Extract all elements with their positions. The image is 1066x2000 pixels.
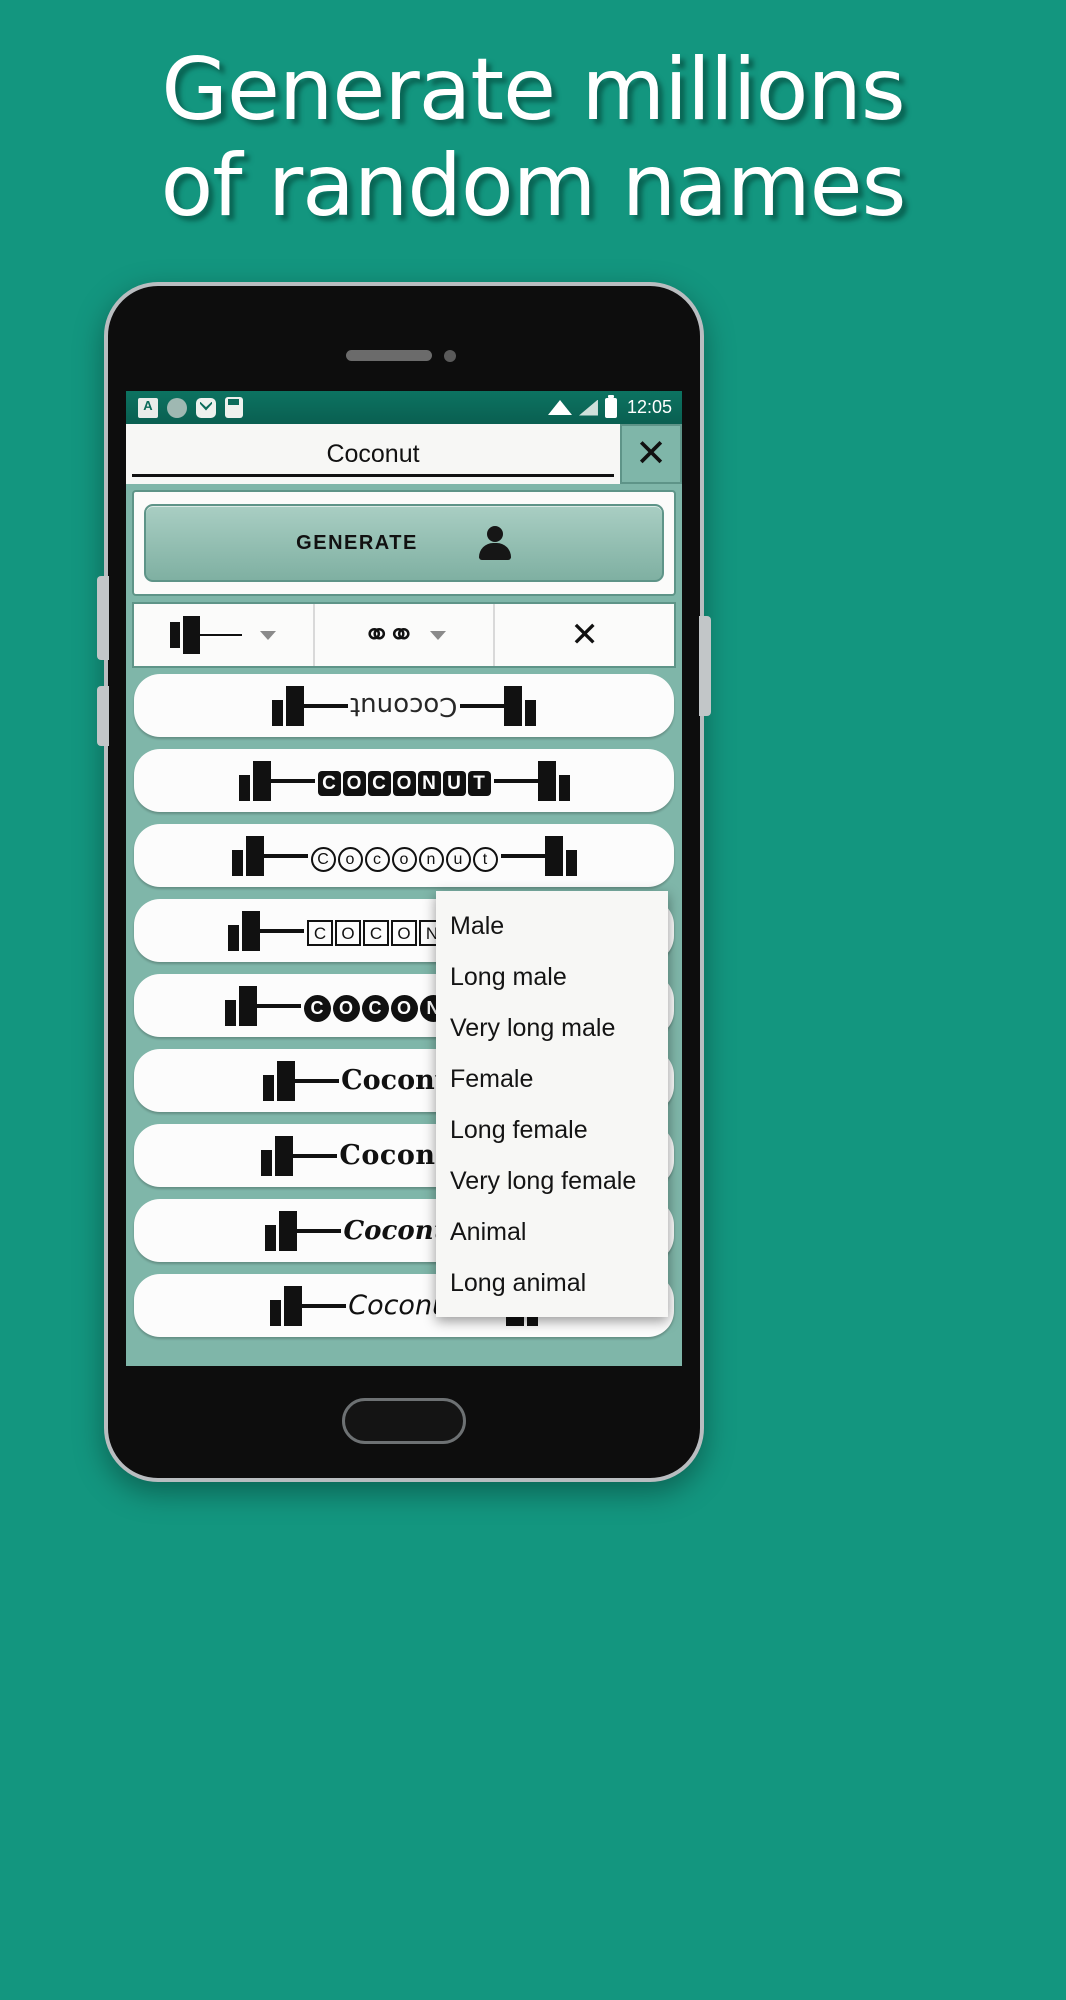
- result-row[interactable]: COCONUT: [134, 749, 674, 812]
- home-button[interactable]: [342, 1398, 466, 1444]
- style-dropdown-menu[interactable]: Male Long male Very long male Female Long fe…: [436, 891, 668, 1317]
- barbell-left-icon: [228, 910, 260, 951]
- chevron-down-icon: [429, 630, 446, 640]
- options-row: ⚭⚭ ✕: [132, 602, 676, 668]
- barbell-decoration-icon: [170, 616, 243, 654]
- page-title: Generate millions of random names: [0, 42, 1066, 235]
- barbell-right-icon: [544, 835, 577, 876]
- barbell-right-icon: [537, 760, 570, 801]
- barbell-left-icon: [265, 1210, 298, 1251]
- circle-icon: [167, 397, 187, 418]
- wifi-icon: [547, 400, 572, 415]
- power-button[interactable]: [699, 616, 711, 716]
- rail-left: [302, 1301, 347, 1310]
- front-camera: [444, 350, 456, 362]
- barbell-left-icon: [238, 760, 271, 801]
- dropdown-item-male[interactable]: Male: [436, 901, 668, 952]
- headline-line-2: of random names: [160, 136, 907, 237]
- volume-up-button[interactable]: [97, 576, 109, 660]
- barbell-left-icon: [270, 1285, 303, 1326]
- name-decoration: COCONUT: [238, 760, 570, 801]
- barbell-left-icon: [231, 835, 264, 876]
- earpiece-speaker: [346, 350, 432, 361]
- result-row[interactable]: Coconut: [134, 824, 674, 887]
- checkmark-shield-icon: [196, 397, 216, 418]
- search-input-value: Coconut: [326, 439, 420, 468]
- rail-left: [263, 851, 308, 860]
- generate-panel: GENERATE: [132, 490, 676, 596]
- clear-search-button[interactable]: ✕: [620, 424, 682, 484]
- barbell-left-icon: [224, 985, 257, 1026]
- phone-screen: A 12:05 Coconut ✕ GENERATE ⚭⚭ ✕ Coconut …: [126, 391, 682, 1366]
- dropdown-item-female[interactable]: Female: [436, 1054, 668, 1105]
- person-icon: [478, 526, 512, 560]
- rail-right: [459, 701, 504, 710]
- a-translate-icon: A: [138, 397, 158, 418]
- search-input[interactable]: Coconut: [126, 424, 620, 484]
- rail-left: [270, 776, 315, 785]
- search-bar: Coconut ✕: [126, 424, 682, 484]
- result-name: Coconut: [308, 840, 501, 872]
- rail-left: [295, 1076, 340, 1085]
- status-bar-left-icons: A: [138, 397, 243, 418]
- result-name: Coconut: [350, 690, 458, 721]
- rail-left: [256, 1001, 301, 1010]
- battery-icon: [604, 394, 617, 418]
- name-decoration: Coconut: [231, 835, 577, 876]
- clock-label: 12:05: [626, 397, 672, 417]
- generate-button[interactable]: GENERATE: [144, 504, 664, 582]
- barbell-left-icon: [272, 685, 305, 726]
- close-icon: ✕: [635, 433, 667, 475]
- barbell-left-icon: [263, 1060, 296, 1101]
- name-decoration: Coconut: [272, 685, 536, 726]
- dropdown-item-long-female[interactable]: Long female: [436, 1105, 668, 1156]
- generate-button-label: GENERATE: [296, 531, 418, 554]
- style-selector[interactable]: [134, 604, 313, 666]
- headline-line-1: Generate millions: [161, 40, 905, 140]
- phone-mockup: A 12:05 Coconut ✕ GENERATE ⚭⚭ ✕ Coconut …: [97, 282, 711, 1482]
- rail-left: [304, 701, 349, 710]
- dropdown-item-long-animal[interactable]: Long animal: [436, 1258, 668, 1309]
- clear-options-button[interactable]: ✕: [493, 604, 674, 666]
- close-icon: ✕: [570, 616, 599, 654]
- chevron-down-icon: [260, 630, 277, 640]
- volume-down-button[interactable]: [97, 686, 109, 746]
- signal-icon: [578, 399, 598, 416]
- dropdown-item-very-long-female[interactable]: Very long female: [436, 1156, 668, 1207]
- status-bar: A 12:05: [126, 391, 682, 424]
- search-underline: [132, 474, 614, 477]
- rail-left: [293, 1151, 338, 1160]
- rail-left: [297, 1226, 342, 1235]
- rail-right: [493, 776, 538, 785]
- result-row[interactable]: Coconut: [134, 674, 674, 737]
- link-icon: ⚭⚭: [362, 616, 416, 654]
- barbell-left-icon: [261, 1135, 294, 1176]
- barbell-right-icon: [503, 685, 536, 726]
- status-bar-right-icons: 12:05: [547, 394, 672, 418]
- sim-card-icon: [225, 397, 243, 418]
- dropdown-item-animal[interactable]: Animal: [436, 1207, 668, 1258]
- dropdown-item-very-long-male[interactable]: Very long male: [436, 1003, 668, 1054]
- rail-right: [500, 851, 545, 860]
- rail-left: [260, 926, 304, 935]
- result-name: COCONUT: [315, 765, 494, 796]
- dropdown-item-long-male[interactable]: Long male: [436, 952, 668, 1003]
- link-selector[interactable]: ⚭⚭: [312, 604, 494, 666]
